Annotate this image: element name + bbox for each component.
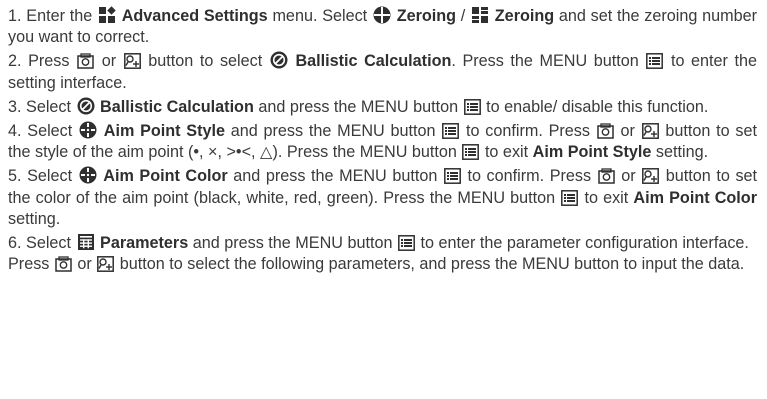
step-text: Select (26, 97, 72, 116)
menu-button-icon (462, 144, 480, 161)
step-text: or (77, 255, 92, 274)
menu-button-icon (398, 235, 415, 251)
step-text: Select (27, 167, 73, 186)
menu-button-icon (443, 168, 461, 185)
step-2: 2. Press or button to select Ballistic C… (8, 51, 757, 93)
step-number: 2. (8, 52, 22, 71)
camera-button-icon (55, 256, 72, 272)
zeroing-grid-icon (471, 6, 489, 24)
parameters-icon (77, 233, 95, 251)
camera-button-icon (596, 123, 614, 139)
step-text: menu. Select (272, 7, 368, 25)
ballistic-calculation-icon (270, 51, 288, 69)
step-text: ). Press the MENU button (272, 143, 457, 162)
aim-point-shapes: •, ×, >•<, △ (193, 143, 273, 162)
step-4: 4. Select Aim Point Style and press the … (8, 121, 757, 163)
step-5: 5. Select Aim Point Color and press the … (8, 166, 757, 230)
menu-button-icon (442, 123, 460, 139)
option-name: Ballistic Calculation (295, 52, 452, 71)
step-text: button to select the following parameter… (119, 255, 745, 274)
option-name: Aim Point Color (103, 167, 228, 186)
step-text: and press the MENU button (258, 97, 459, 116)
step-text: setting. (655, 143, 709, 162)
step-1: 1. Enter the Advanced Settings menu. Sel… (8, 6, 757, 48)
zoom-button-icon (642, 168, 660, 185)
menu-button-icon (561, 189, 579, 206)
step-text: Select (26, 234, 72, 253)
step-text: Select (27, 122, 73, 141)
step-number: 4. (8, 122, 22, 141)
option-name: Zeroing (396, 7, 457, 25)
step-text: or (620, 122, 635, 141)
instruction-page: 1. Enter the Advanced Settings menu. Sel… (0, 0, 767, 399)
camera-button-icon (77, 53, 94, 70)
option-name: Aim Point Style (532, 143, 652, 162)
advanced-settings-icon (98, 6, 116, 24)
step-text: to confirm. Press (467, 167, 592, 186)
step-number: 3. (8, 97, 22, 116)
step-text: to exit (584, 188, 629, 207)
step-text: to exit (484, 143, 529, 162)
step-text: setting. (8, 209, 61, 228)
step-text: and press the MENU button (233, 167, 438, 186)
menu-button-icon (463, 98, 481, 115)
menu-button-icon (646, 53, 664, 70)
step-3: 3. Select Ballistic Calculation and pres… (8, 97, 757, 118)
option-name: Parameters (100, 234, 189, 253)
ballistic-calculation-icon (77, 97, 95, 115)
step-text: to enable/ disable this function. (486, 97, 709, 116)
step-text: / (460, 7, 466, 25)
step-text: and press the MENU button (192, 234, 393, 253)
zoom-button-icon (123, 53, 141, 70)
step-text: Press (28, 52, 70, 71)
option-name: Zeroing (494, 7, 555, 25)
step-number: 1. (8, 7, 22, 25)
camera-button-icon (597, 168, 615, 185)
step-text: or (621, 167, 636, 186)
option-name: Aim Point Style (103, 122, 225, 141)
step-number: 6. (8, 234, 22, 253)
aim-point-icon (79, 166, 97, 184)
instruction-steps: 1. Enter the Advanced Settings menu. Sel… (8, 6, 757, 275)
step-6: 6. Select Parameters and press the MENU … (8, 233, 757, 275)
aim-point-icon (79, 121, 97, 139)
zeroing-crosshair-icon (373, 6, 391, 24)
step-number: 5. (8, 167, 22, 186)
zoom-button-icon (97, 256, 115, 273)
step-text: . Press the MENU button (451, 52, 639, 71)
option-name: Ballistic Calculation (100, 97, 254, 116)
step-text: or (101, 52, 117, 71)
step-text: button to select (148, 52, 263, 71)
menu-name: Advanced Settings (121, 7, 268, 25)
zoom-button-icon (641, 123, 659, 139)
option-name: Aim Point Color (633, 188, 757, 207)
step-text: Enter the (26, 7, 93, 25)
step-text: to confirm. Press (466, 122, 590, 141)
step-text: and press the MENU button (230, 122, 436, 141)
